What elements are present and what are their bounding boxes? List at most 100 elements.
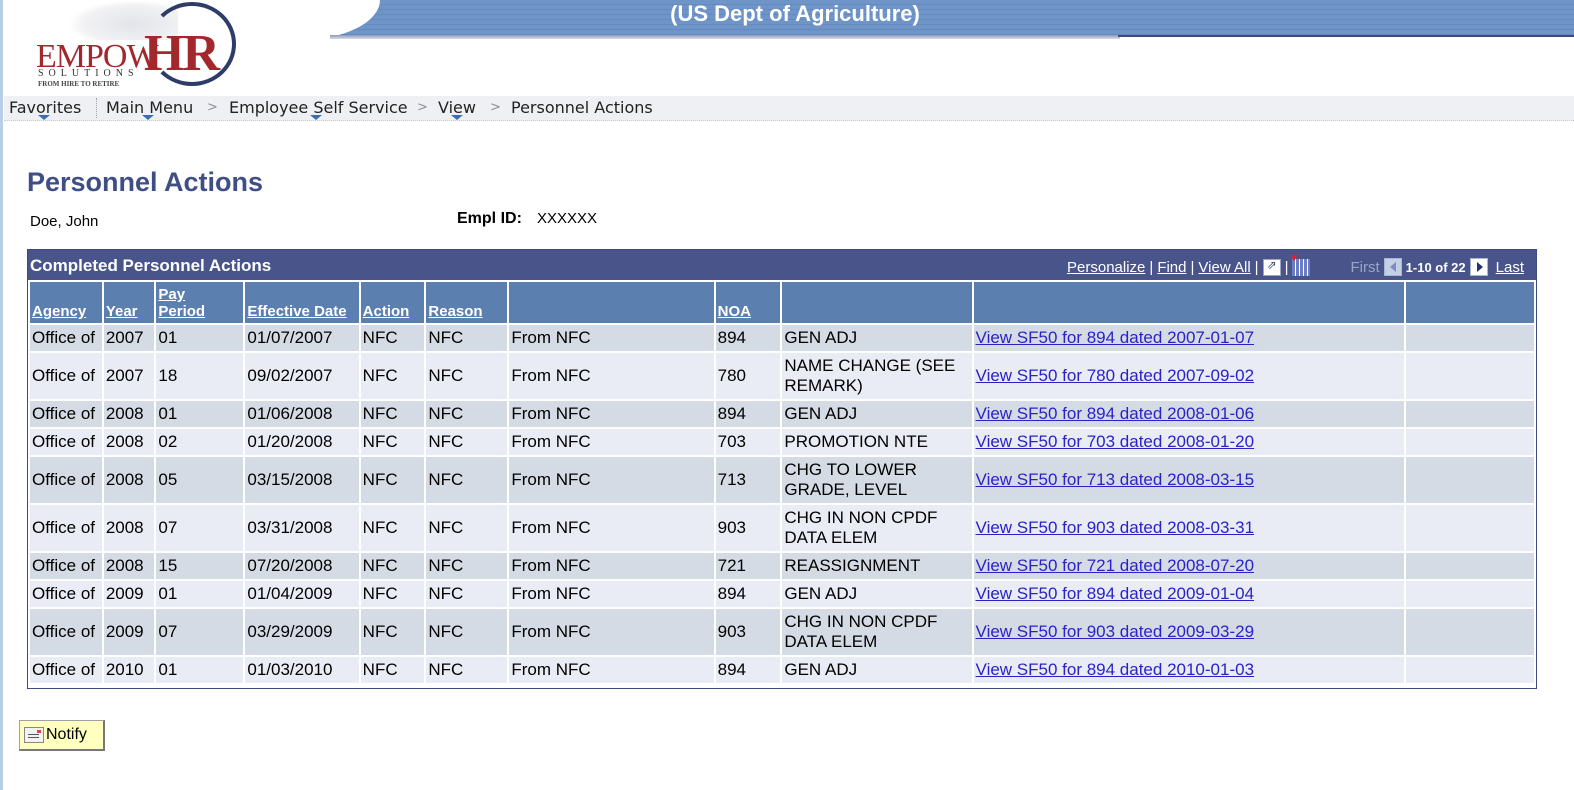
source-cell: From NFC [509,505,714,551]
favorites-dropdown-icon[interactable] [38,115,50,120]
sort-reason-link[interactable]: Reason [428,303,482,320]
notify-button[interactable]: Notify [19,720,105,751]
col-action[interactable]: Action [360,282,425,323]
table-row: Office of 2008 05 03/15/2008 NFC NFC From NFC 7… [30,457,1534,503]
extra-cell [1406,429,1534,455]
table-row: Office of 2007 01 01/07/2007 NFC NFC From NFC 8… [30,325,1534,351]
col-noa[interactable]: NOA [715,282,781,323]
toolbar-separator: | [1284,258,1289,276]
sf50-link-cell: View SF50 for 721 dated 2008-07-20 [973,553,1405,579]
reason-cell: NFC [426,505,508,551]
left-edge [0,0,3,790]
table-row: Office of 2008 02 01/20/2008 NFC NFC From NFC 7… [30,429,1534,455]
col-effective-date[interactable]: Effective Date [245,282,359,323]
table-header-row: Agency Year Pay Period Effective Date Ac… [30,282,1534,323]
sort-action-link[interactable]: Action [363,303,410,320]
noa-cell: 894 [715,657,781,683]
sort-agency-link[interactable]: Agency [32,303,86,320]
agency-cell: Office of [30,505,102,551]
agency-cell: Office of [30,609,102,655]
view-all-link[interactable]: View All [1198,259,1250,276]
action-cell: NFC [360,609,425,655]
sort-noa-link[interactable]: NOA [718,303,751,320]
year-cell: 2008 [103,401,155,427]
last-link[interactable]: Last [1496,259,1524,276]
agency-cell: Office of [30,457,102,503]
banner-shadow [330,35,1120,39]
main-menu-dropdown-icon[interactable] [142,115,154,120]
agency-cell: Office of [30,553,102,579]
col-pay-period[interactable]: Pay Period [156,282,244,323]
action-cell: NFC [360,505,425,551]
view-sf50-link[interactable]: View SF50 for 894 dated 2009-01-04 [976,584,1255,603]
extra-cell [1406,657,1534,683]
noa-cell: 780 [715,353,781,399]
toolbar-separator: | [1254,258,1259,276]
noa-cell: 721 [715,553,781,579]
noa-cell: 894 [715,325,781,351]
pay-period-cell: 02 [156,429,244,455]
agency-cell: Office of [30,325,102,351]
sf50-link-cell: View SF50 for 703 dated 2008-01-20 [973,429,1405,455]
pay-period-cell: 07 [156,505,244,551]
grid-title: Completed Personnel Actions [30,256,272,275]
action-cell: NFC [360,353,425,399]
action-cell: NFC [360,401,425,427]
view-sf50-link[interactable]: View SF50 for 894 dated 2008-01-06 [976,404,1255,423]
view-sf50-link[interactable]: View SF50 for 703 dated 2008-01-20 [976,432,1255,451]
col-reason[interactable]: Reason [426,282,508,323]
previous-page-icon [1383,258,1402,276]
year-cell: 2009 [103,581,155,607]
breadcrumb-separator-icon: > [490,100,501,115]
description-cell: GEN ADJ [782,325,972,351]
sf50-link-cell: View SF50 for 894 dated 2008-01-06 [973,401,1405,427]
effective-date-cell: 01/06/2008 [245,401,359,427]
zoom-grid-icon[interactable] [1262,258,1281,276]
effective-date-cell: 03/31/2008 [245,505,359,551]
empl-id-value: XXXXXX [537,210,598,227]
source-cell: From NFC [509,325,714,351]
description-cell: GEN ADJ [782,581,972,607]
find-link[interactable]: Find [1157,259,1186,276]
actions-table: Agency Year Pay Period Effective Date Ac… [28,280,1536,685]
view-sf50-link[interactable]: View SF50 for 894 dated 2007-01-07 [976,328,1255,347]
navigation-bar: Favorites Main Menu > Employee Self Serv… [4,96,1574,121]
source-cell: From NFC [509,457,714,503]
personalize-link[interactable]: Personalize [1067,259,1145,276]
pay-period-cell: 01 [156,325,244,351]
table-row: Office of 2009 01 01/04/2009 NFC NFC From NFC 8… [30,581,1534,607]
col-year[interactable]: Year [103,282,155,323]
row-range: 1-10 of 22 [1405,259,1466,275]
table-body: Office of 2007 01 01/07/2007 NFC NFC From NFC 8… [30,325,1534,683]
sort-pay-period-link[interactable]: Pay Period [158,286,210,320]
table-row: Office of 2008 15 07/20/2008 NFC NFC From NFC 7… [30,553,1534,579]
first-link: First [1350,258,1380,276]
col-agency[interactable]: Agency [30,282,102,323]
grid-header: Completed Personnel Actions Personalize … [28,250,1536,280]
year-cell: 2008 [103,553,155,579]
view-sf50-link[interactable]: View SF50 for 903 dated 2009-03-29 [976,622,1255,641]
sort-effective-date-link[interactable]: Effective Date [247,303,346,320]
noa-cell: 703 [715,429,781,455]
ess-dropdown-icon[interactable] [310,115,322,120]
description-cell: CHG TO LOWER GRADE, LEVEL [782,457,972,503]
view-sf50-link[interactable]: View SF50 for 780 dated 2007-09-02 [976,366,1255,385]
sort-year-link[interactable]: Year [106,303,138,320]
action-cell: NFC [360,429,425,455]
agency-cell: Office of [30,401,102,427]
toolbar-separator: | [1190,258,1195,276]
view-sf50-link[interactable]: View SF50 for 713 dated 2008-03-15 [976,470,1255,489]
organization-title: (US Dept of Agriculture) [670,1,920,26]
view-dropdown-icon[interactable] [451,115,463,120]
view-sf50-link[interactable]: View SF50 for 721 dated 2008-07-20 [976,556,1255,575]
nav-personnel-actions: Personnel Actions [511,98,653,117]
source-cell: From NFC [509,401,714,427]
download-excel-icon[interactable] [1292,258,1311,276]
reason-cell: NFC [426,581,508,607]
table-row: Office of 2009 07 03/29/2009 NFC NFC From NFC 9… [30,609,1534,655]
col-description [782,282,972,323]
empowhr-logo[interactable]: EMPOW HR SOLUTIONS FROM HIRE TO RETIRE [28,0,248,92]
view-sf50-link[interactable]: View SF50 for 894 dated 2010-01-03 [976,660,1255,679]
view-sf50-link[interactable]: View SF50 for 903 dated 2008-03-31 [976,518,1255,537]
next-page-icon[interactable] [1469,258,1488,276]
